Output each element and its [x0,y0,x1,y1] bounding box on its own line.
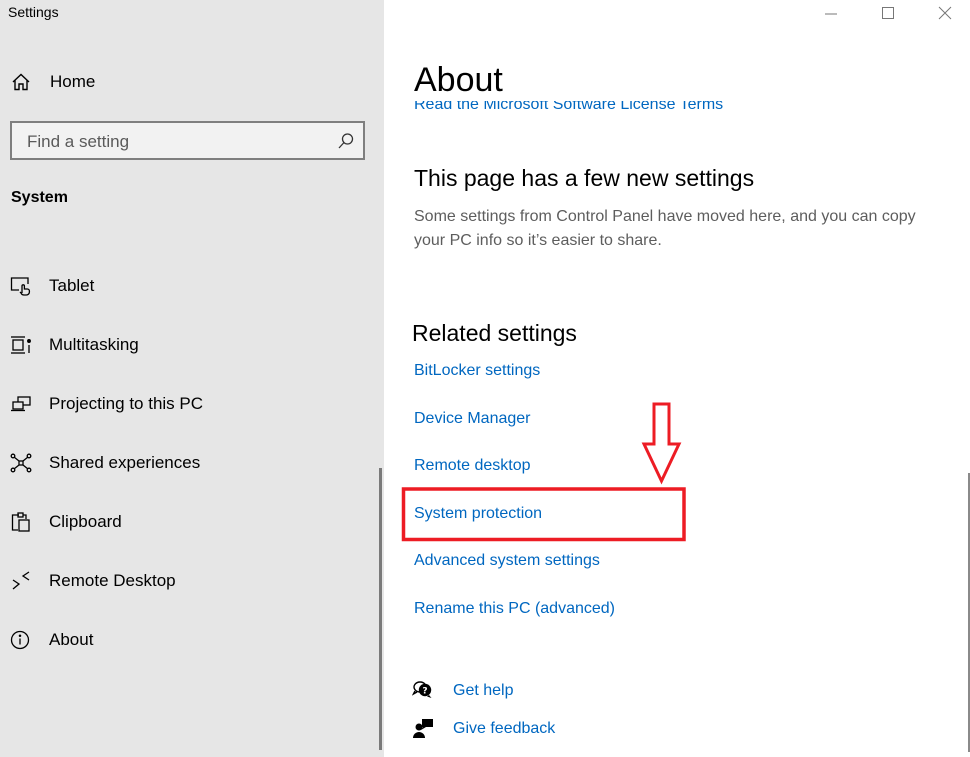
search-box[interactable] [10,121,365,160]
app-title: Settings [8,4,59,20]
shared-experiences-icon [10,452,32,474]
sidebar-item-label: Remote Desktop [49,571,176,590]
sidebar-item-label: Clipboard [49,512,122,531]
related-settings-heading: Related settings [412,320,577,346]
sidebar-item-shared-experiences[interactable]: Shared experiences [0,443,370,483]
search-icon[interactable] [337,132,355,150]
give-feedback-row[interactable]: Give feedback [412,716,555,742]
sidebar: Settings Home System Tablet [0,0,384,757]
advanced-system-settings-link[interactable]: Advanced system settings [414,552,600,570]
rename-pc-link[interactable]: Rename this PC (advanced) [414,600,615,618]
get-help-row[interactable]: ? Get help [411,678,513,704]
sidebar-item-remote-desktop[interactable]: Remote Desktop [0,561,370,601]
sidebar-item-about[interactable]: About [0,620,370,660]
sidebar-item-label: Shared experiences [49,453,201,472]
projecting-icon [10,393,32,415]
search-input[interactable] [25,123,329,160]
get-help-icon: ? [411,679,436,703]
sidebar-item-multitasking[interactable]: Multitasking [0,325,370,365]
system-protection-link[interactable]: System protection [414,505,542,523]
sidebar-item-projecting[interactable]: Projecting to this PC [0,384,370,424]
close-icon[interactable] [935,3,955,23]
give-feedback-label[interactable]: Give feedback [453,720,555,738]
tablet-icon [10,275,32,297]
section-heading: System [11,189,68,206]
sidebar-item-label: About [49,630,94,649]
sidebar-item-tablet[interactable]: Tablet [0,266,370,306]
give-feedback-icon [412,717,436,741]
home-icon [10,71,32,93]
device-manager-link[interactable]: Device Manager [414,410,531,428]
svg-text:?: ? [422,687,427,697]
info-icon [10,629,32,651]
new-settings-description: Some settings from Control Panel have mo… [414,208,916,249]
sidebar-item-home[interactable]: Home [0,62,370,102]
bitlocker-settings-link[interactable]: BitLocker settings [414,362,540,380]
clipboard-icon [10,511,32,533]
maximize-icon[interactable] [878,3,898,23]
sidebar-scrollbar[interactable] [379,468,382,750]
new-settings-heading: This page has a few new settings [414,165,755,191]
remote-desktop-link[interactable]: Remote desktop [414,457,531,475]
multitasking-icon [10,334,32,356]
sidebar-item-clipboard[interactable]: Clipboard [0,502,370,542]
sidebar-item-label: Tablet [49,276,95,295]
sidebar-item-label: Home [50,72,96,91]
sidebar-item-label: Projecting to this PC [49,394,204,413]
main-content: About Read the Microsoft Software Licens… [384,0,970,757]
page-title: About [414,59,954,101]
get-help-label[interactable]: Get help [453,682,513,700]
sidebar-item-label: Multitasking [49,335,139,354]
minimize-icon[interactable] [821,3,841,23]
remote-desktop-icon [10,570,32,592]
